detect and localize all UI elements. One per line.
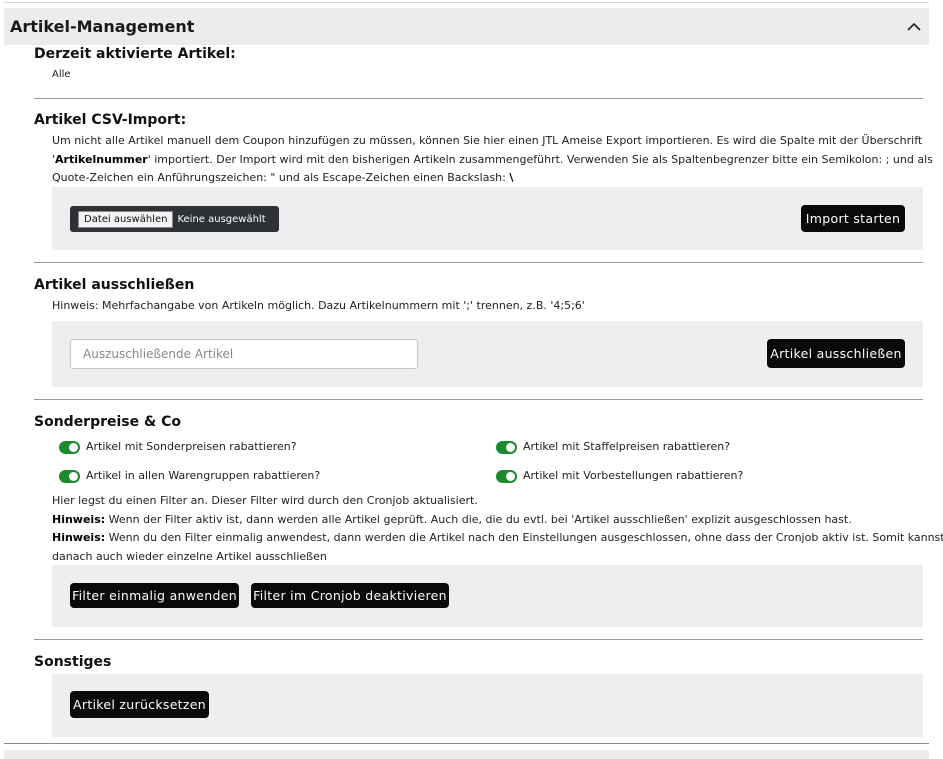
- csv-desc-line3: Quote-Zeichen ein Anführungszeichen: " u…: [52, 169, 922, 188]
- exclude-articles-button[interactable]: Artikel ausschließen: [767, 339, 905, 368]
- panel-header[interactable]: Artikel-Management: [4, 8, 929, 45]
- hint-label: Hinweis:: [52, 531, 106, 544]
- csv-desc-escape-char: \: [509, 171, 514, 184]
- divider: [34, 399, 923, 400]
- hint-label: Hinweis:: [52, 512, 106, 526]
- other-title: Sonstiges: [34, 654, 112, 670]
- csv-desc-line2-post: ' importiert. Der Import wird mit den bi…: [147, 152, 933, 166]
- csv-desc-line1: Um nicht alle Artikel manuell dem Coupon…: [52, 134, 923, 147]
- deactivate-cron-filter-button[interactable]: Filter im Cronjob deaktivieren: [251, 583, 449, 608]
- file-picker[interactable]: Datei auswählen Keine ausgewählt: [70, 206, 279, 232]
- import-start-button[interactable]: Import starten: [801, 205, 905, 232]
- choose-file-button[interactable]: Datei auswählen: [78, 210, 174, 228]
- toggle-tier-prices-label: Artikel mit Staffelpreisen rabattieren?: [523, 440, 731, 453]
- apply-filter-once-button[interactable]: Filter einmalig anwenden: [70, 583, 239, 608]
- hint-text: Wenn du den Filter einmalig anwendest, d…: [105, 531, 943, 544]
- filter-info-line: Hier legst du einen Filter an. Dieser Fi…: [52, 494, 478, 507]
- exclude-hint: Hinweis: Mehrfachangabe von Artikeln mög…: [52, 299, 585, 312]
- csv-desc-line2: 'Artikelnummer' importiert. Der Import w…: [52, 151, 933, 170]
- reset-articles-button[interactable]: Artikel zurücksetzen: [70, 691, 209, 718]
- toggle-all-categories-label: Artikel in allen Warengruppen rabattiere…: [86, 469, 321, 482]
- active-articles-value: Alle: [52, 69, 71, 80]
- divider: [34, 639, 923, 640]
- toggle-special-prices-label: Artikel mit Sonderpreisen rabattieren?: [86, 440, 297, 453]
- active-articles-title: Derzeit aktivierte Artikel:: [34, 46, 236, 62]
- filter-hint-active: Hinweis: Wenn der Filter aktiv ist, dann…: [52, 511, 922, 530]
- csv-import-title: Artikel CSV-Import:: [34, 112, 187, 128]
- filter-hint-once-line2: danach auch wieder einzelne Artikel auss…: [52, 549, 327, 563]
- chevron-up-icon[interactable]: [903, 16, 925, 38]
- csv-desc-line3-pre: Quote-Zeichen ein Anführungszeichen: " u…: [52, 171, 510, 184]
- toggle-preorders[interactable]: [496, 470, 517, 483]
- csv-import-description: Um nicht alle Artikel manuell dem Coupon…: [52, 132, 933, 188]
- toggle-tier-prices[interactable]: [496, 441, 517, 454]
- bottom-border: [4, 743, 929, 744]
- hint-text: Wenn der Filter aktiv ist, dann werden a…: [105, 512, 852, 526]
- toggle-preorders-label: Artikel mit Vorbestellungen rabattieren?: [523, 469, 744, 482]
- next-panel-header[interactable]: [4, 750, 929, 759]
- top-border: [4, 2, 929, 3]
- filter-info: Hier legst du einen Filter an. Dieser Fi…: [52, 492, 943, 566]
- csv-desc-column-name: Artikelnummer: [55, 152, 148, 166]
- toggle-all-categories[interactable]: [59, 470, 80, 483]
- panel-title: Artikel-Management: [10, 17, 195, 36]
- divider: [34, 262, 923, 263]
- exclude-title: Artikel ausschließen: [34, 277, 195, 293]
- divider: [34, 98, 923, 99]
- toggle-special-prices[interactable]: [59, 441, 80, 454]
- special-prices-title: Sonderpreise & Co: [34, 414, 181, 430]
- exclude-articles-input[interactable]: [70, 339, 418, 369]
- file-status: Keine ausgewählt: [177, 213, 266, 225]
- filter-hint-once: Hinweis: Wenn du den Filter einmalig anw…: [52, 529, 943, 548]
